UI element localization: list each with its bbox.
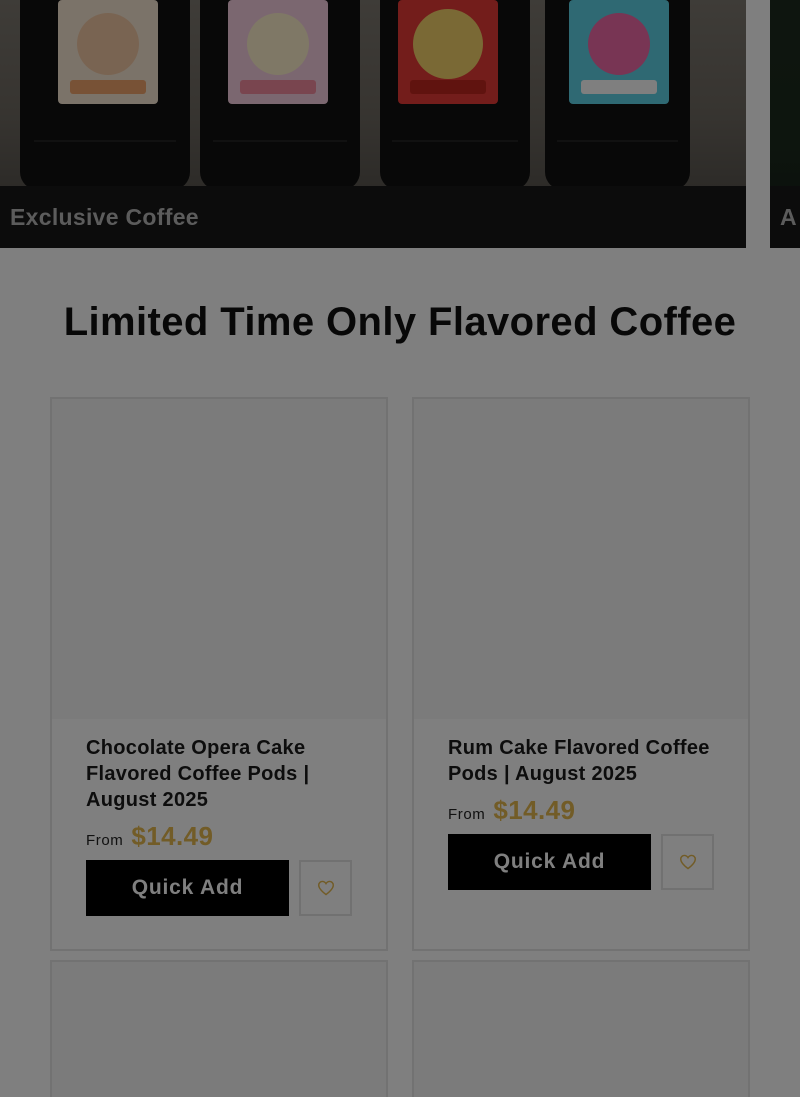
- page: Exclusive Coffee A Limited Time Only Fla…: [0, 0, 800, 1097]
- modal-overlay[interactable]: [0, 0, 800, 1097]
